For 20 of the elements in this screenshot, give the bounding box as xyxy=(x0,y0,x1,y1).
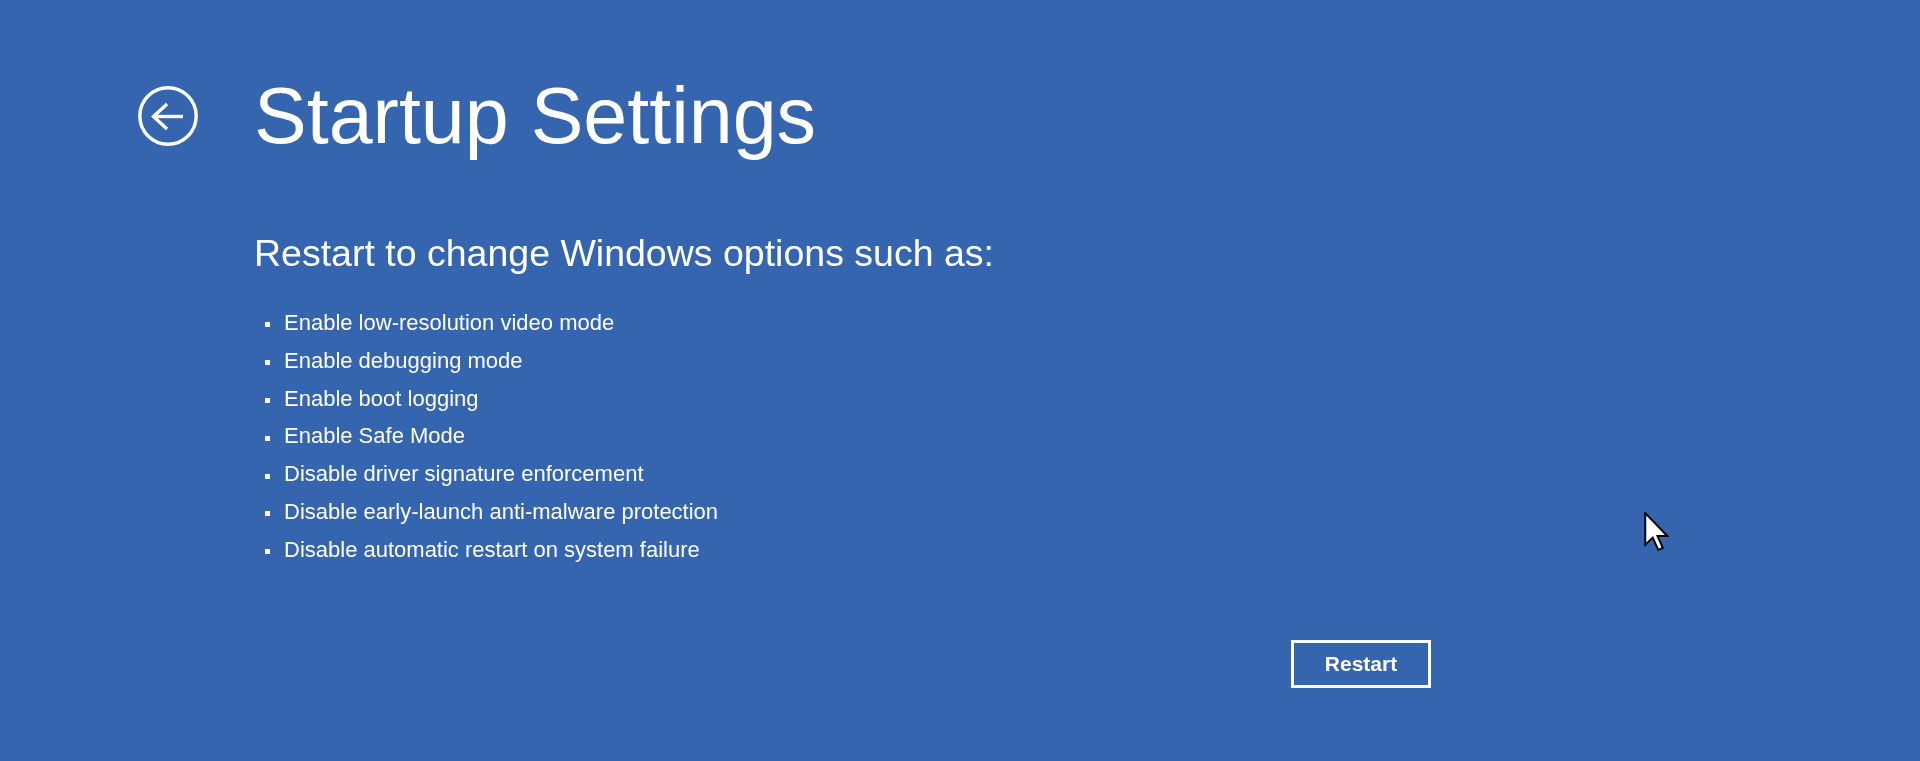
restart-button[interactable]: Restart xyxy=(1291,639,1431,688)
bullet-icon xyxy=(265,549,270,555)
bullet-icon xyxy=(265,511,270,517)
back-button[interactable] xyxy=(138,86,198,146)
option-text: Enable boot logging xyxy=(284,384,479,413)
option-text: Disable driver signature enforcement xyxy=(284,460,644,489)
bullet-icon xyxy=(265,435,270,441)
mouse-pointer-icon xyxy=(1644,512,1669,551)
page-title: Startup Settings xyxy=(254,70,817,162)
option-text: Enable Safe Mode xyxy=(284,422,466,451)
option-text: Disable early-launch anti-malware protection xyxy=(284,498,719,526)
intro-text: Restart to change Windows options such as: xyxy=(254,231,994,276)
option-text: Enable low-resolution video mode xyxy=(284,309,615,337)
back-icon xyxy=(138,86,198,146)
bullet-icon xyxy=(265,398,270,403)
bullet-icon xyxy=(265,322,270,328)
option-text: Enable debugging mode xyxy=(284,346,523,375)
bullet-icon xyxy=(265,360,270,366)
option-text: Disable automatic restart on system failure xyxy=(284,535,700,564)
bullet-icon xyxy=(265,473,270,479)
